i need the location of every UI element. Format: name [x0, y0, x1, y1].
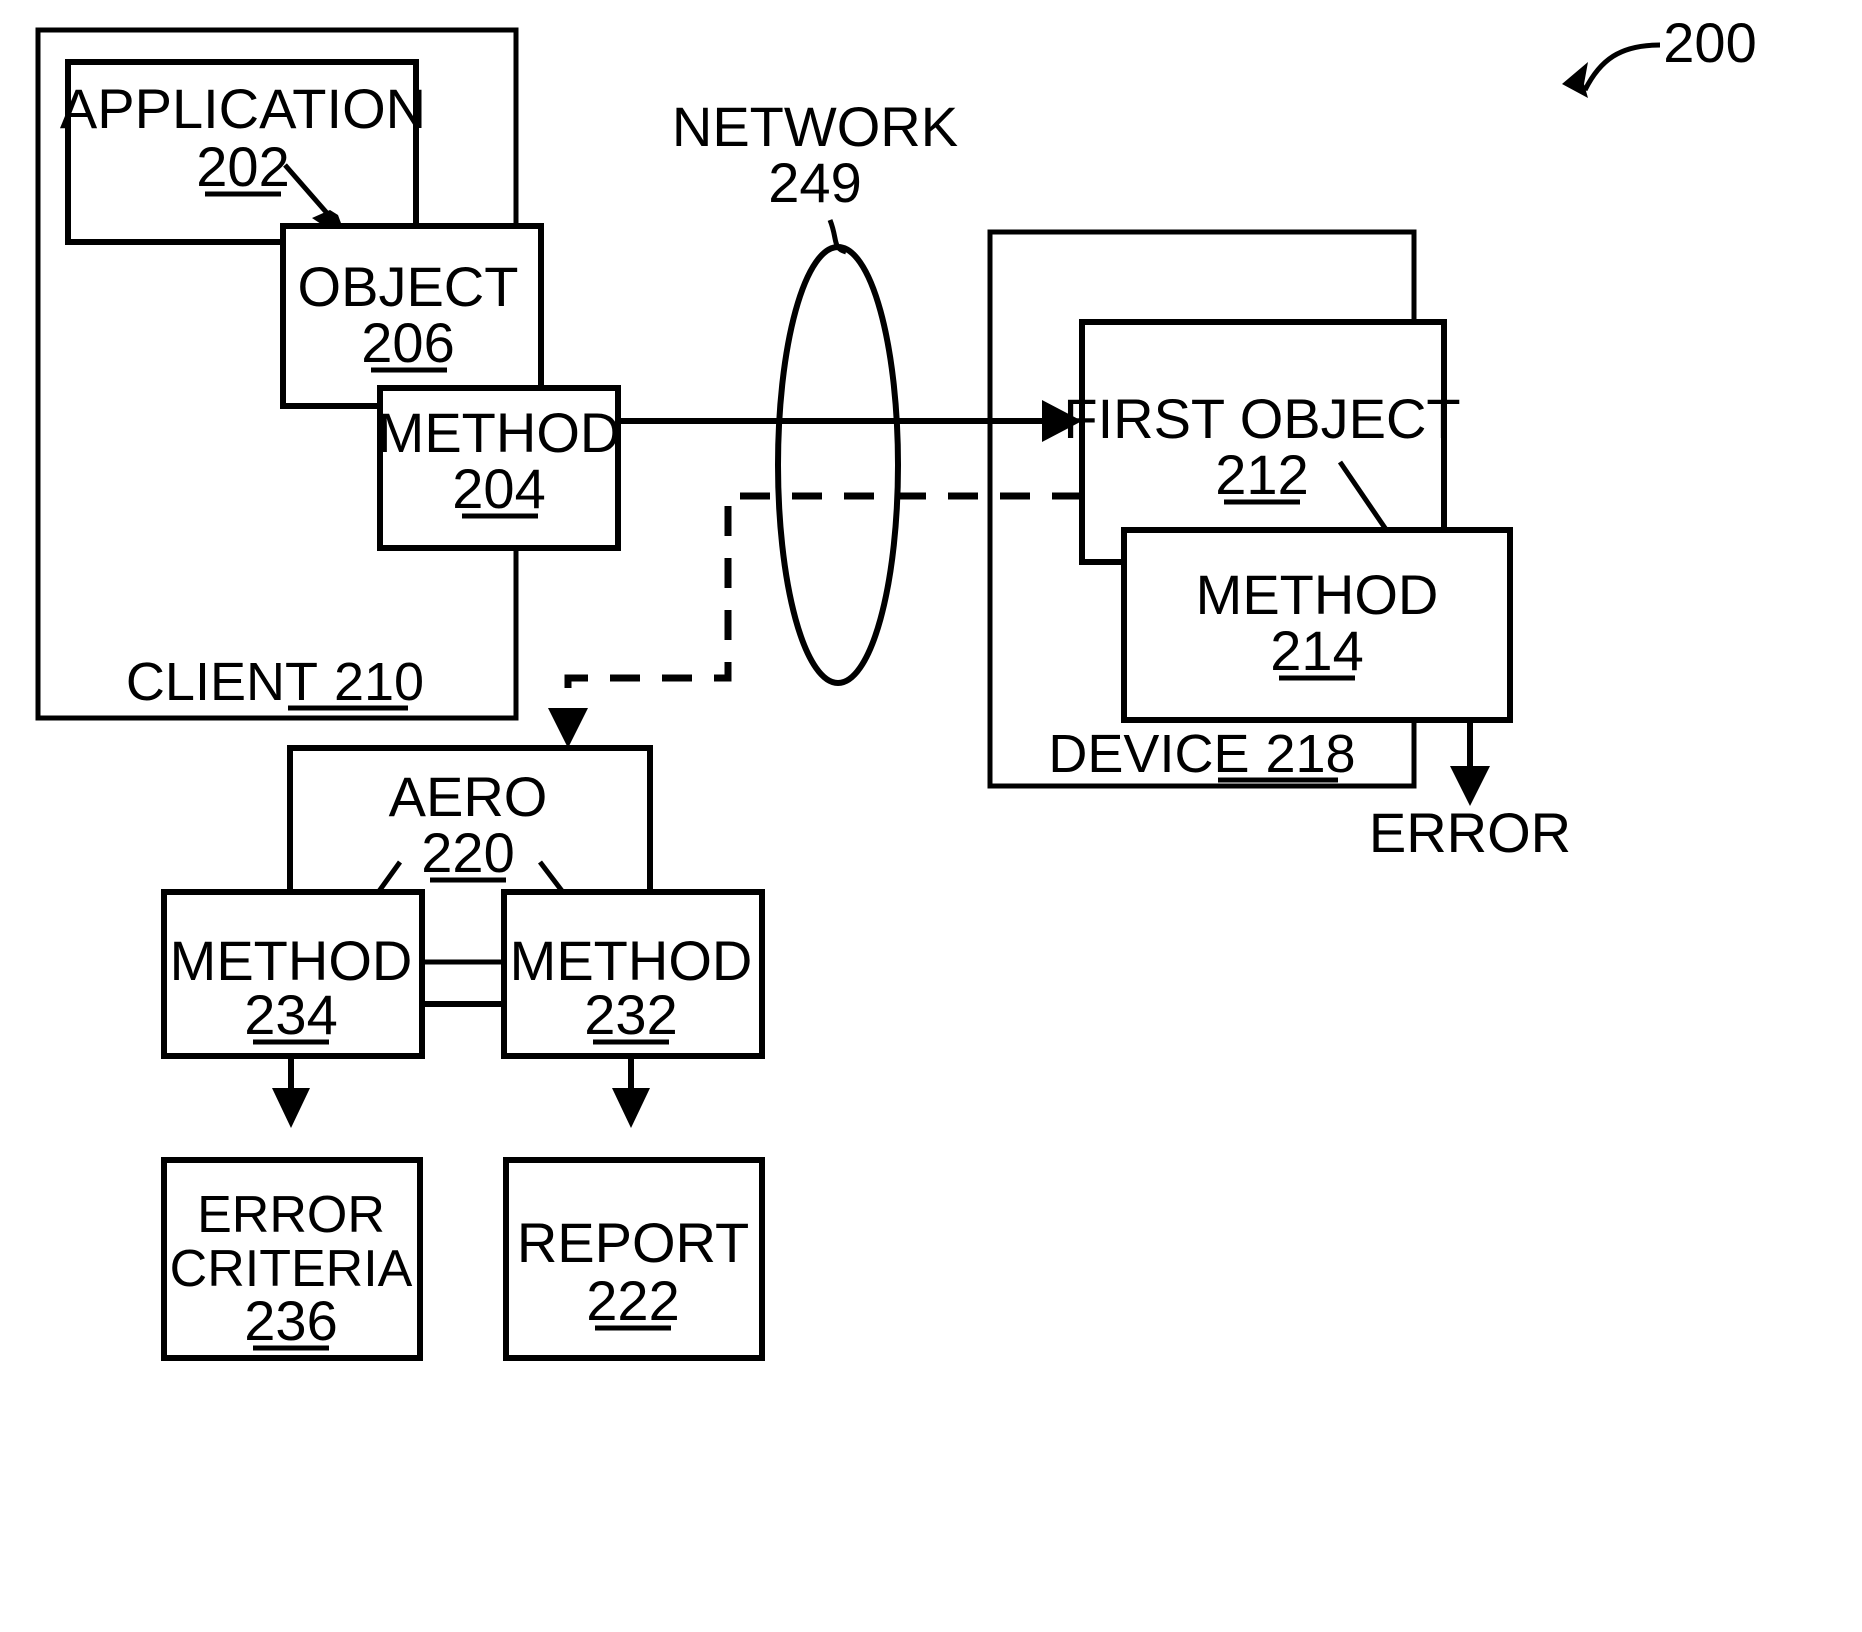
method-214-label: METHOD: [1196, 563, 1439, 626]
method234-errorcriteria-arrowhead: [272, 1088, 310, 1128]
object-label: OBJECT: [298, 255, 519, 318]
patent-figure-diagram: 200 CLIENT 210 APPLICATION 202 OBJECT 206…: [35, 11, 1757, 1361]
error-criteria-box: ERROR CRITERIA 236: [161, 1157, 423, 1361]
aero-label: AERO: [389, 765, 548, 828]
method-214-box: METHOD 214: [1121, 527, 1513, 723]
method232-to-report-arrow: [612, 1056, 650, 1128]
figure-canvas: 200 CLIENT 210 APPLICATION 202 OBJECT 206…: [0, 0, 1862, 1632]
report-ref: 222: [586, 1269, 679, 1332]
report-box: REPORT 222: [503, 1157, 765, 1361]
method-204-label: METHOD: [378, 401, 621, 464]
figure-number-callout: 200: [1562, 11, 1757, 98]
device-ref: 218: [1265, 724, 1355, 784]
device-label: DEVICE 218: [1048, 724, 1355, 784]
report-label: REPORT: [517, 1211, 749, 1274]
application-label: APPLICATION: [60, 77, 426, 140]
object-box: OBJECT 206: [280, 223, 544, 409]
network-label: NETWORK: [672, 95, 958, 158]
figure-number-arrowhead: [1562, 62, 1588, 98]
client-ref: 210: [334, 652, 424, 712]
method-232-box: METHOD 232: [501, 889, 765, 1059]
aero-ref: 220: [421, 821, 514, 884]
network-ellipse: [775, 244, 901, 686]
method-214-ref: 214: [1270, 619, 1363, 682]
error-return-arrowhead: [548, 708, 588, 748]
object-ref: 206: [361, 311, 454, 374]
error-return-line: [564, 492, 1082, 718]
error-output: ERROR: [1369, 720, 1571, 864]
method234-to-error-criteria-arrow: [272, 1056, 310, 1128]
figure-number-leader: [1582, 42, 1661, 92]
application-box: APPLICATION 202: [60, 59, 426, 245]
error-criteria-ref: 236: [244, 1289, 337, 1352]
error-output-label: ERROR: [1369, 801, 1571, 864]
client-label: CLIENT 210: [126, 652, 424, 712]
error-output-arrowhead: [1450, 766, 1490, 806]
error-return-path: [548, 492, 1082, 748]
network-cloud: NETWORK 249: [672, 95, 958, 686]
method-204-box: METHOD 204: [377, 385, 621, 551]
method-204-ref: 204: [452, 457, 545, 520]
error-criteria-label-line1: ERROR: [197, 1186, 385, 1244]
method-232-ref: 232: [584, 983, 677, 1046]
network-ref: 249: [768, 151, 861, 214]
first-object-ref: 212: [1215, 443, 1308, 506]
method-234-box: METHOD 234: [161, 889, 425, 1059]
method232-report-arrowhead: [612, 1088, 650, 1128]
first-object-label: FIRST OBJECT: [1063, 387, 1460, 450]
method-234-ref: 234: [244, 983, 337, 1046]
request-arrow: [618, 400, 1082, 442]
figure-number-label: 200: [1663, 11, 1756, 74]
application-ref: 202: [196, 135, 289, 198]
